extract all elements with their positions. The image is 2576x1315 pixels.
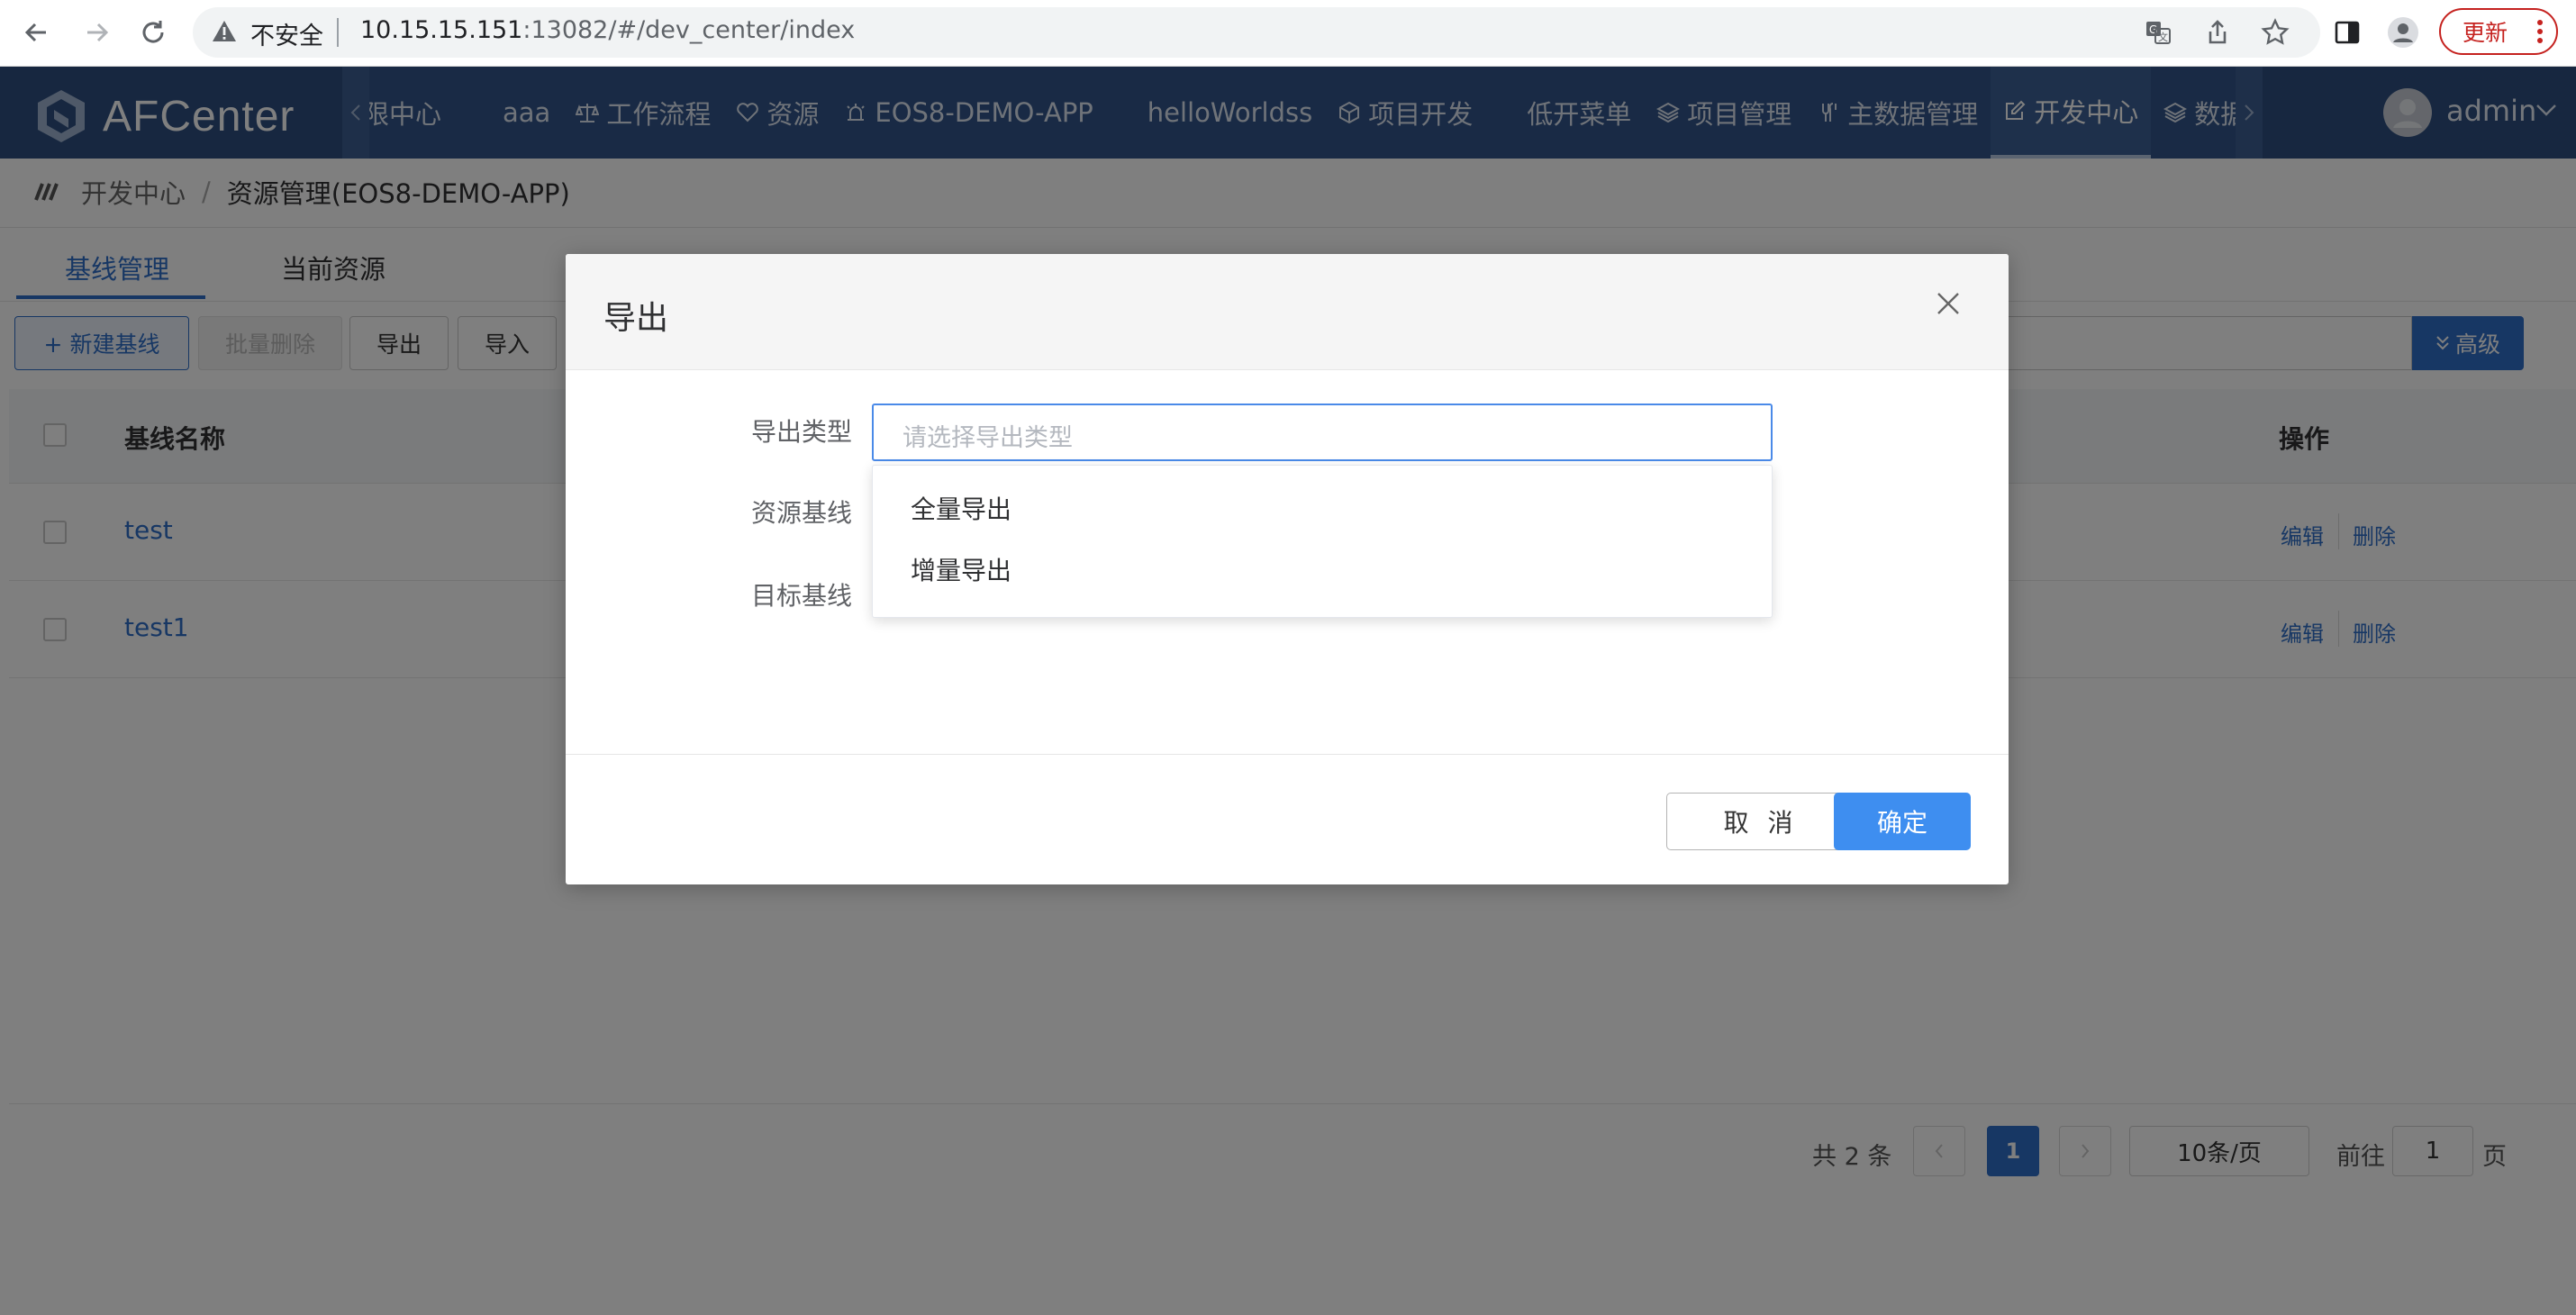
- side-panel-button[interactable]: [2327, 13, 2367, 52]
- reload-icon: [139, 18, 168, 47]
- translate-button[interactable]: G文: [2138, 13, 2178, 52]
- dialog-header: 导出: [566, 254, 2009, 370]
- export-type-placeholder: 请选择导出类型: [903, 424, 1073, 452]
- security-label[interactable]: 不安全: [250, 16, 323, 51]
- option-full-export[interactable]: 全量导出: [873, 478, 1772, 538]
- translate-icon: G文: [2144, 18, 2172, 47]
- back-button[interactable]: [16, 13, 56, 52]
- export-type-label: 导出类型: [750, 417, 852, 447]
- update-button[interactable]: 更新: [2439, 8, 2558, 55]
- dialog-title: 导出: [603, 300, 669, 337]
- confirm-button[interactable]: 确定: [1834, 793, 1971, 850]
- reload-button[interactable]: [133, 13, 173, 52]
- profile-icon: [2387, 16, 2419, 49]
- share-icon: [2204, 19, 2231, 46]
- option-incremental-export[interactable]: 增量导出: [873, 540, 1772, 599]
- more-vertical-icon: [2536, 17, 2544, 46]
- dialog-footer-divider: [566, 754, 2009, 755]
- update-label: 更新: [2463, 20, 2508, 46]
- export-type-select[interactable]: 请选择导出类型: [872, 404, 1773, 461]
- bookmark-button[interactable]: [2255, 13, 2295, 52]
- address-separator: [337, 18, 339, 47]
- cancel-button[interactable]: 取 消: [1666, 793, 1855, 850]
- svg-text:文: 文: [2158, 31, 2168, 43]
- export-type-dropdown: 全量导出 增量导出: [872, 465, 1773, 618]
- close-icon[interactable]: [1935, 290, 1962, 317]
- url-host: 10.15.15.151: [360, 16, 523, 44]
- url-text[interactable]: 10.15.15.151:13082/#/dev_center/index: [360, 16, 855, 44]
- side-panel-icon: [2334, 19, 2361, 46]
- browser-toolbar: 不安全 10.15.15.151:13082/#/dev_center/inde…: [0, 0, 2576, 67]
- source-baseline-label: 资源基线: [750, 498, 852, 528]
- address-bar[interactable]: 不安全 10.15.15.151:13082/#/dev_center/inde…: [193, 7, 2320, 58]
- share-button[interactable]: [2198, 13, 2237, 52]
- export-dialog: 导出 导出类型 资源基线 目标基线 请选择导出类型 全量导出 增量导出 取 消 …: [566, 254, 2009, 884]
- target-baseline-label: 目标基线: [750, 581, 852, 611]
- forward-button[interactable]: [77, 13, 117, 52]
- warning-icon: [211, 18, 238, 45]
- star-icon: [2261, 18, 2290, 47]
- url-path: :13082/#/dev_center/index: [522, 16, 856, 44]
- profile-button[interactable]: [2383, 13, 2423, 52]
- arrow-right-icon: [84, 19, 111, 46]
- arrow-left-icon: [23, 19, 50, 46]
